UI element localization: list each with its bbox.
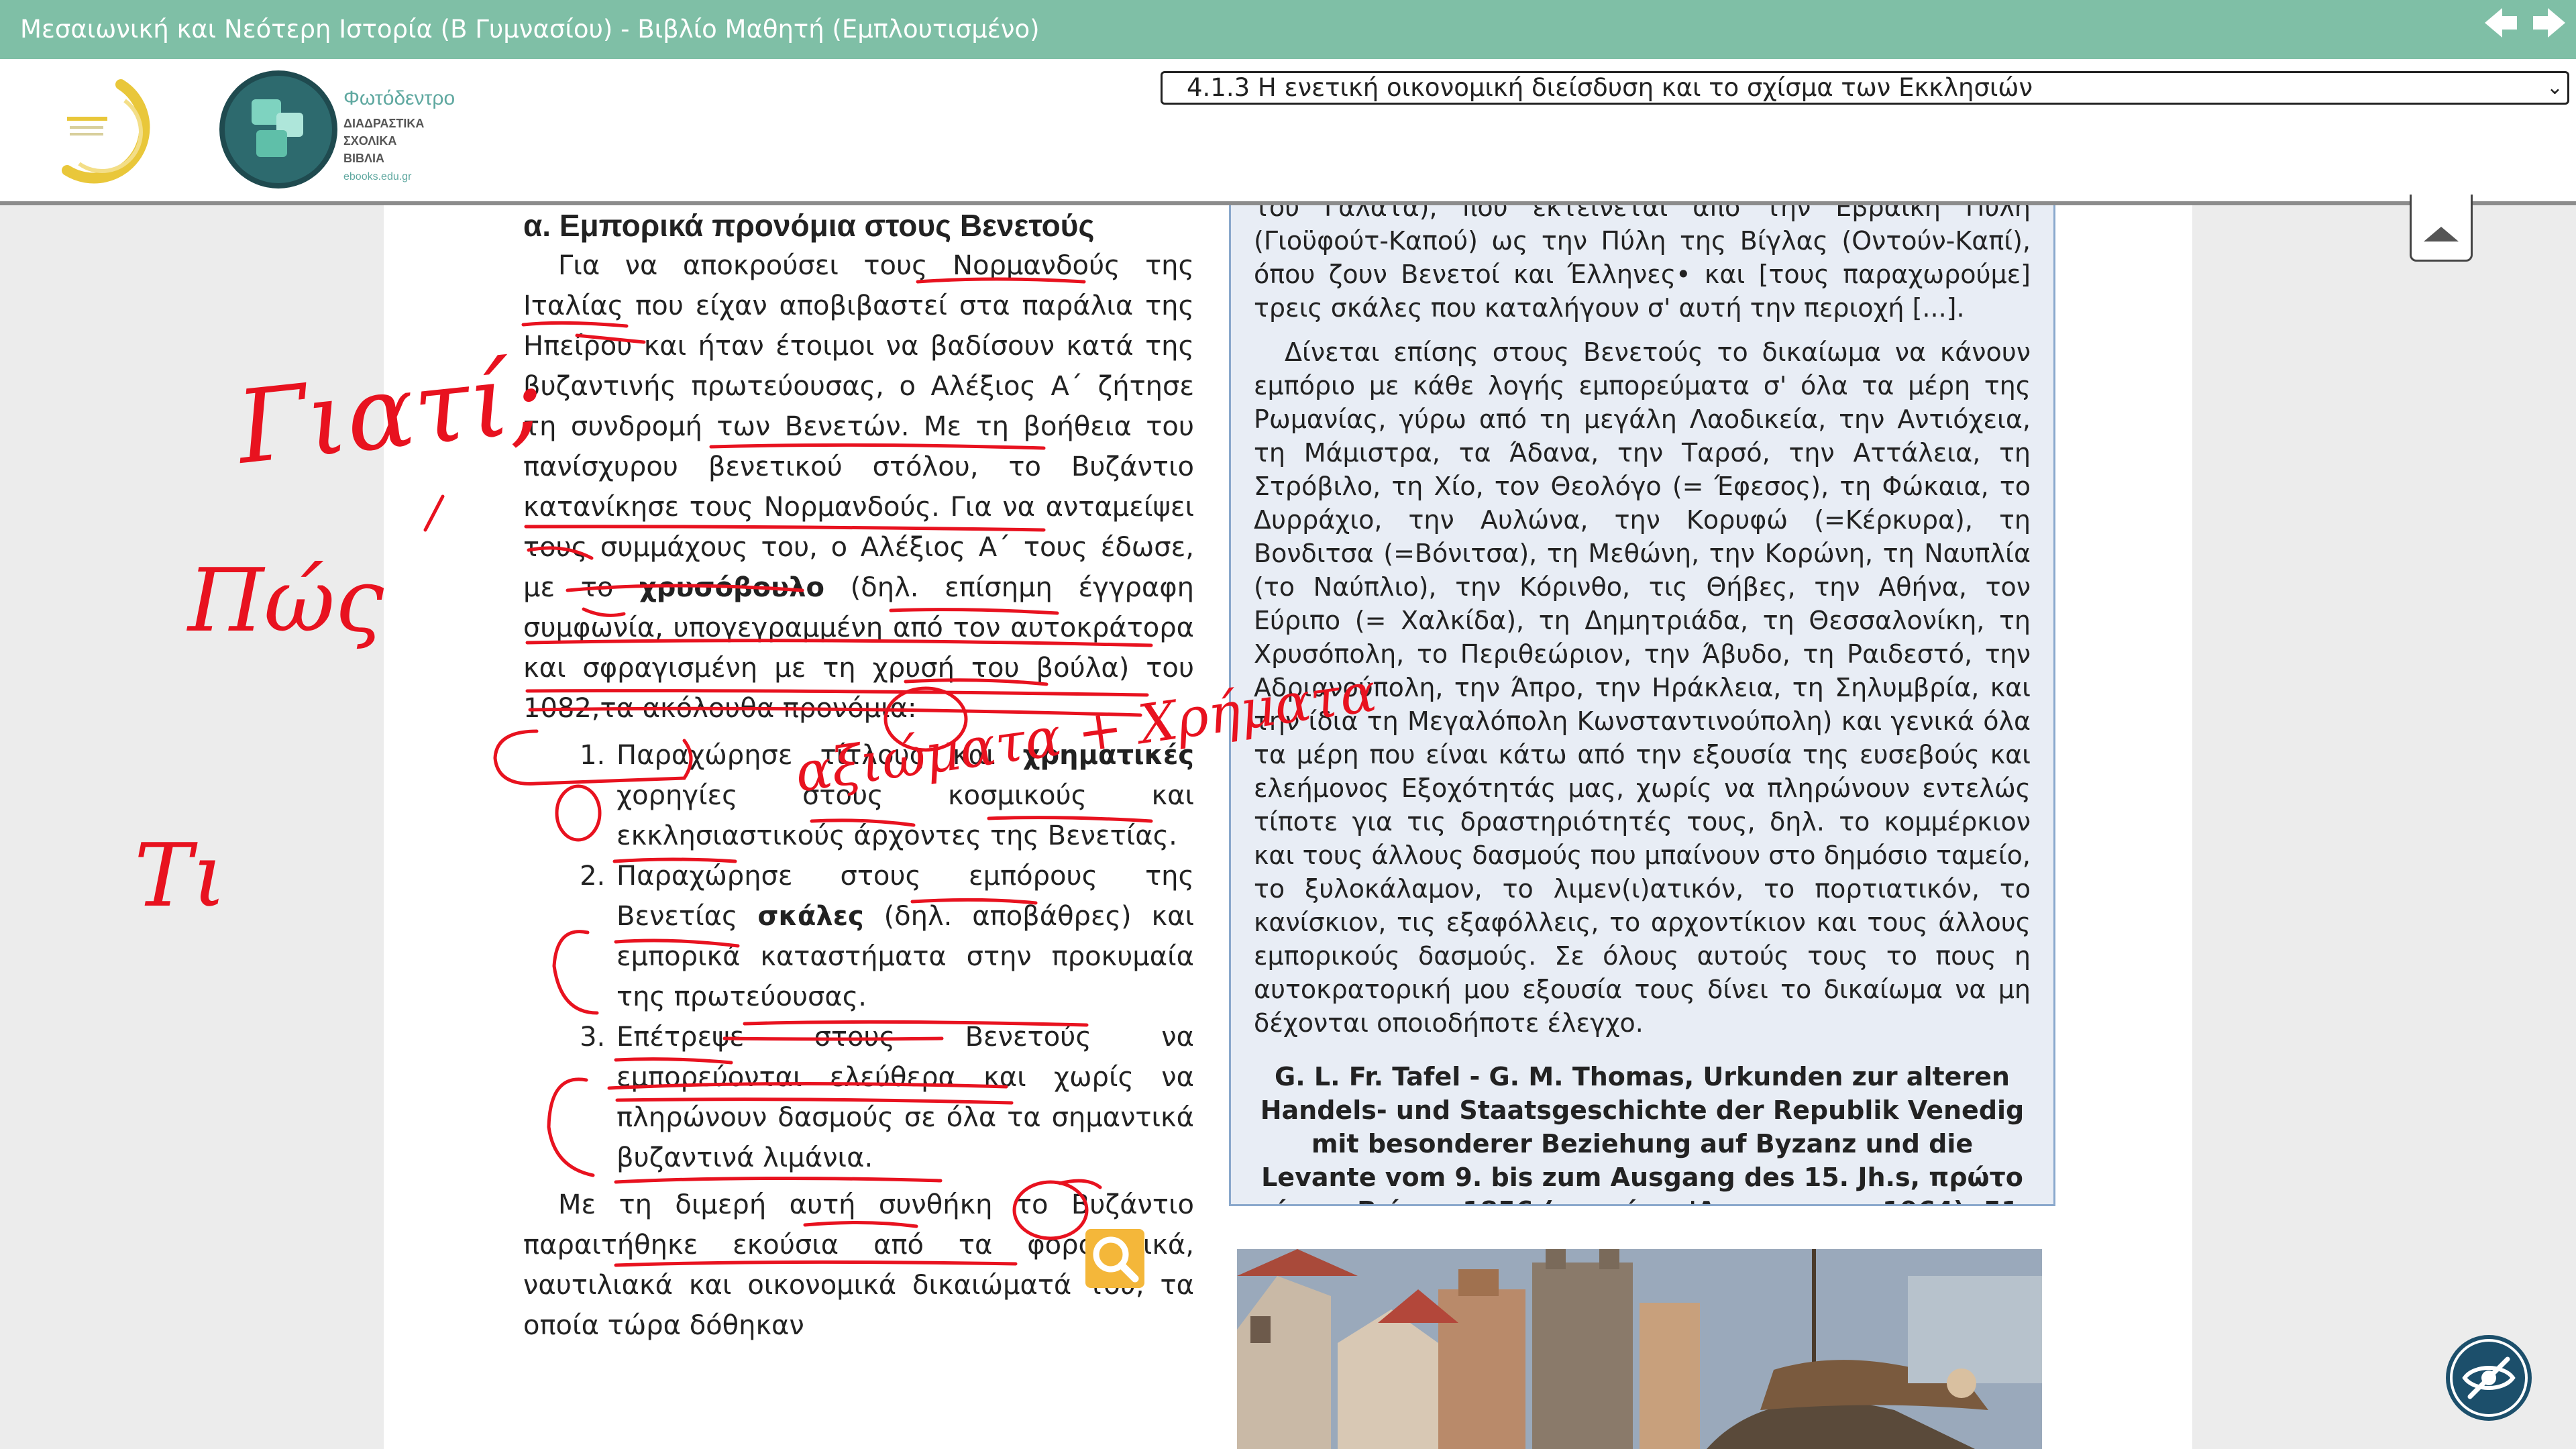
app-header: Φωτόδεντρο ΔΙΑΔΡΑΣΤΙΚΑ ΣΧΟΛΙΚΑ ΒΙΒΛΙΑ eb… bbox=[0, 59, 2576, 205]
app-titlebar: Μεσαιωνική και Νεότερη Ιστορία (Β Γυμνασ… bbox=[0, 0, 2576, 59]
chapter-select[interactable]: 4.1.3 Η ενετική οικονομική διείσδυση και… bbox=[1161, 71, 2569, 105]
svg-text:ΒΙΒΛΙΑ: ΒΙΒΛΙΑ bbox=[343, 152, 384, 165]
note-how: Πώς bbox=[186, 549, 384, 651]
arrow-right-icon[interactable] bbox=[2530, 4, 2568, 42]
magnifier-icon[interactable] bbox=[1085, 1229, 1144, 1288]
list-item: Επέτρεψε στους Βενετούς να εμπορεύονται … bbox=[614, 1017, 1194, 1178]
chapter-select-value: 4.1.3 Η ενετική οικονομική διείσδυση και… bbox=[1187, 73, 2033, 102]
list-item: Παραχώρησε τίτλους και χρηματικές χορηγί… bbox=[614, 735, 1194, 856]
note-what: Τι bbox=[134, 824, 227, 926]
app-title: Μεσαιωνική και Νεότερη Ιστορία (Β Γυμνασ… bbox=[20, 15, 1040, 44]
svg-text:ΣΧΟΛΙΚΑ: ΣΧΟΛΙΚΑ bbox=[343, 134, 396, 148]
svg-text:ΔΙΑΔΡΑΣΤΙΚΑ: ΔΙΑΔΡΑΣΤΙΚΑ bbox=[343, 117, 424, 130]
source-top-text: του Γαλατά), που εκτείνεται από την Εβρα… bbox=[1254, 205, 2031, 323]
chrysobull-term[interactable]: χρυσόβουλο bbox=[639, 572, 824, 603]
svg-text:ebooks.edu.gr: ebooks.edu.gr bbox=[343, 171, 412, 182]
venice-harbor-painting[interactable] bbox=[1237, 1249, 2042, 1449]
eye-slash-icon bbox=[2450, 1339, 2528, 1417]
caret-up-icon bbox=[2424, 227, 2459, 241]
accessibility-button[interactable] bbox=[2446, 1335, 2532, 1421]
book-page: α. Εμπορικά προνόμια στους Βενετούς Για … bbox=[384, 205, 2192, 1449]
photodentro-logo: Φωτόδεντρο ΔΙΑΔΡΑΣΤΙΚΑ ΣΧΟΛΙΚΑ ΒΙΒΛΙΑ eb… bbox=[215, 66, 470, 193]
chevron-down-icon: ⌄ bbox=[2546, 76, 2563, 99]
arrow-left-icon[interactable] bbox=[2482, 4, 2520, 42]
scroll-top-button[interactable] bbox=[2410, 195, 2473, 262]
privileges-list: Παραχώρησε τίτλους και χρηματικές χορηγί… bbox=[523, 735, 1194, 1178]
intro-paragraph: Για να αποκρούσει τους Νορμανδούς της Ιτ… bbox=[523, 250, 1194, 724]
ministry-logo bbox=[47, 70, 168, 191]
source-excerpt-box: του Γαλατά), που εκτείνεται από την Εβρα… bbox=[1229, 205, 2055, 1206]
svg-text:Φωτόδεντρο: Φωτόδεντρο bbox=[343, 87, 455, 109]
source-citation: G. L. Fr. Tafel - G. M. Thomas, Urkunden… bbox=[1255, 1062, 2030, 1204]
section-title: α. Εμπορικά προνόμια στους Βενετούς bbox=[523, 208, 1095, 243]
list-item: Παραχώρησε στους εμπόρους της Βενετίας σ… bbox=[614, 856, 1194, 1017]
source-paragraph: Δίνεται επίσης στους Βενετούς το δικαίωμ… bbox=[1254, 337, 2031, 1038]
